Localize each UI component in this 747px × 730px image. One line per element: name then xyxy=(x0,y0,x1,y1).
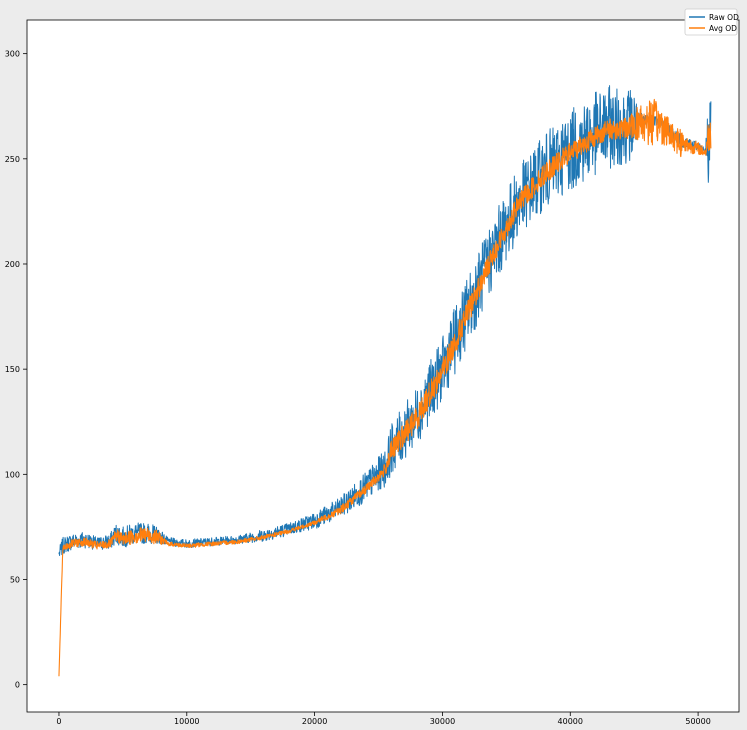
legend: Raw OD Avg OD xyxy=(684,8,739,36)
y-tick-label: 50 xyxy=(10,575,20,584)
chart-canvas: 0 10000 20000 30000 40000 50000 0 50 100 150 200 2… xyxy=(0,0,747,726)
line-chart: 0 10000 20000 30000 40000 50000 0 50 100 150 200 2… xyxy=(0,0,747,726)
legend-label: Raw OD xyxy=(709,13,739,22)
legend-label: Avg OD xyxy=(709,24,737,33)
x-tick-label: 40000 xyxy=(558,717,583,726)
y-tick-label: 150 xyxy=(5,365,20,374)
y-tick-label: 250 xyxy=(5,155,20,164)
x-tick-label: 50000 xyxy=(685,717,710,726)
y-tick-label: 100 xyxy=(5,470,20,479)
x-tick-label: 10000 xyxy=(174,717,199,726)
y-tick-label: 300 xyxy=(5,50,20,59)
x-tick-label: 20000 xyxy=(302,717,327,726)
x-tick-label: 0 xyxy=(56,717,61,726)
y-tick-label: 0 xyxy=(15,681,20,690)
x-tick-label: 30000 xyxy=(430,717,455,726)
y-tick-label: 200 xyxy=(5,260,20,269)
